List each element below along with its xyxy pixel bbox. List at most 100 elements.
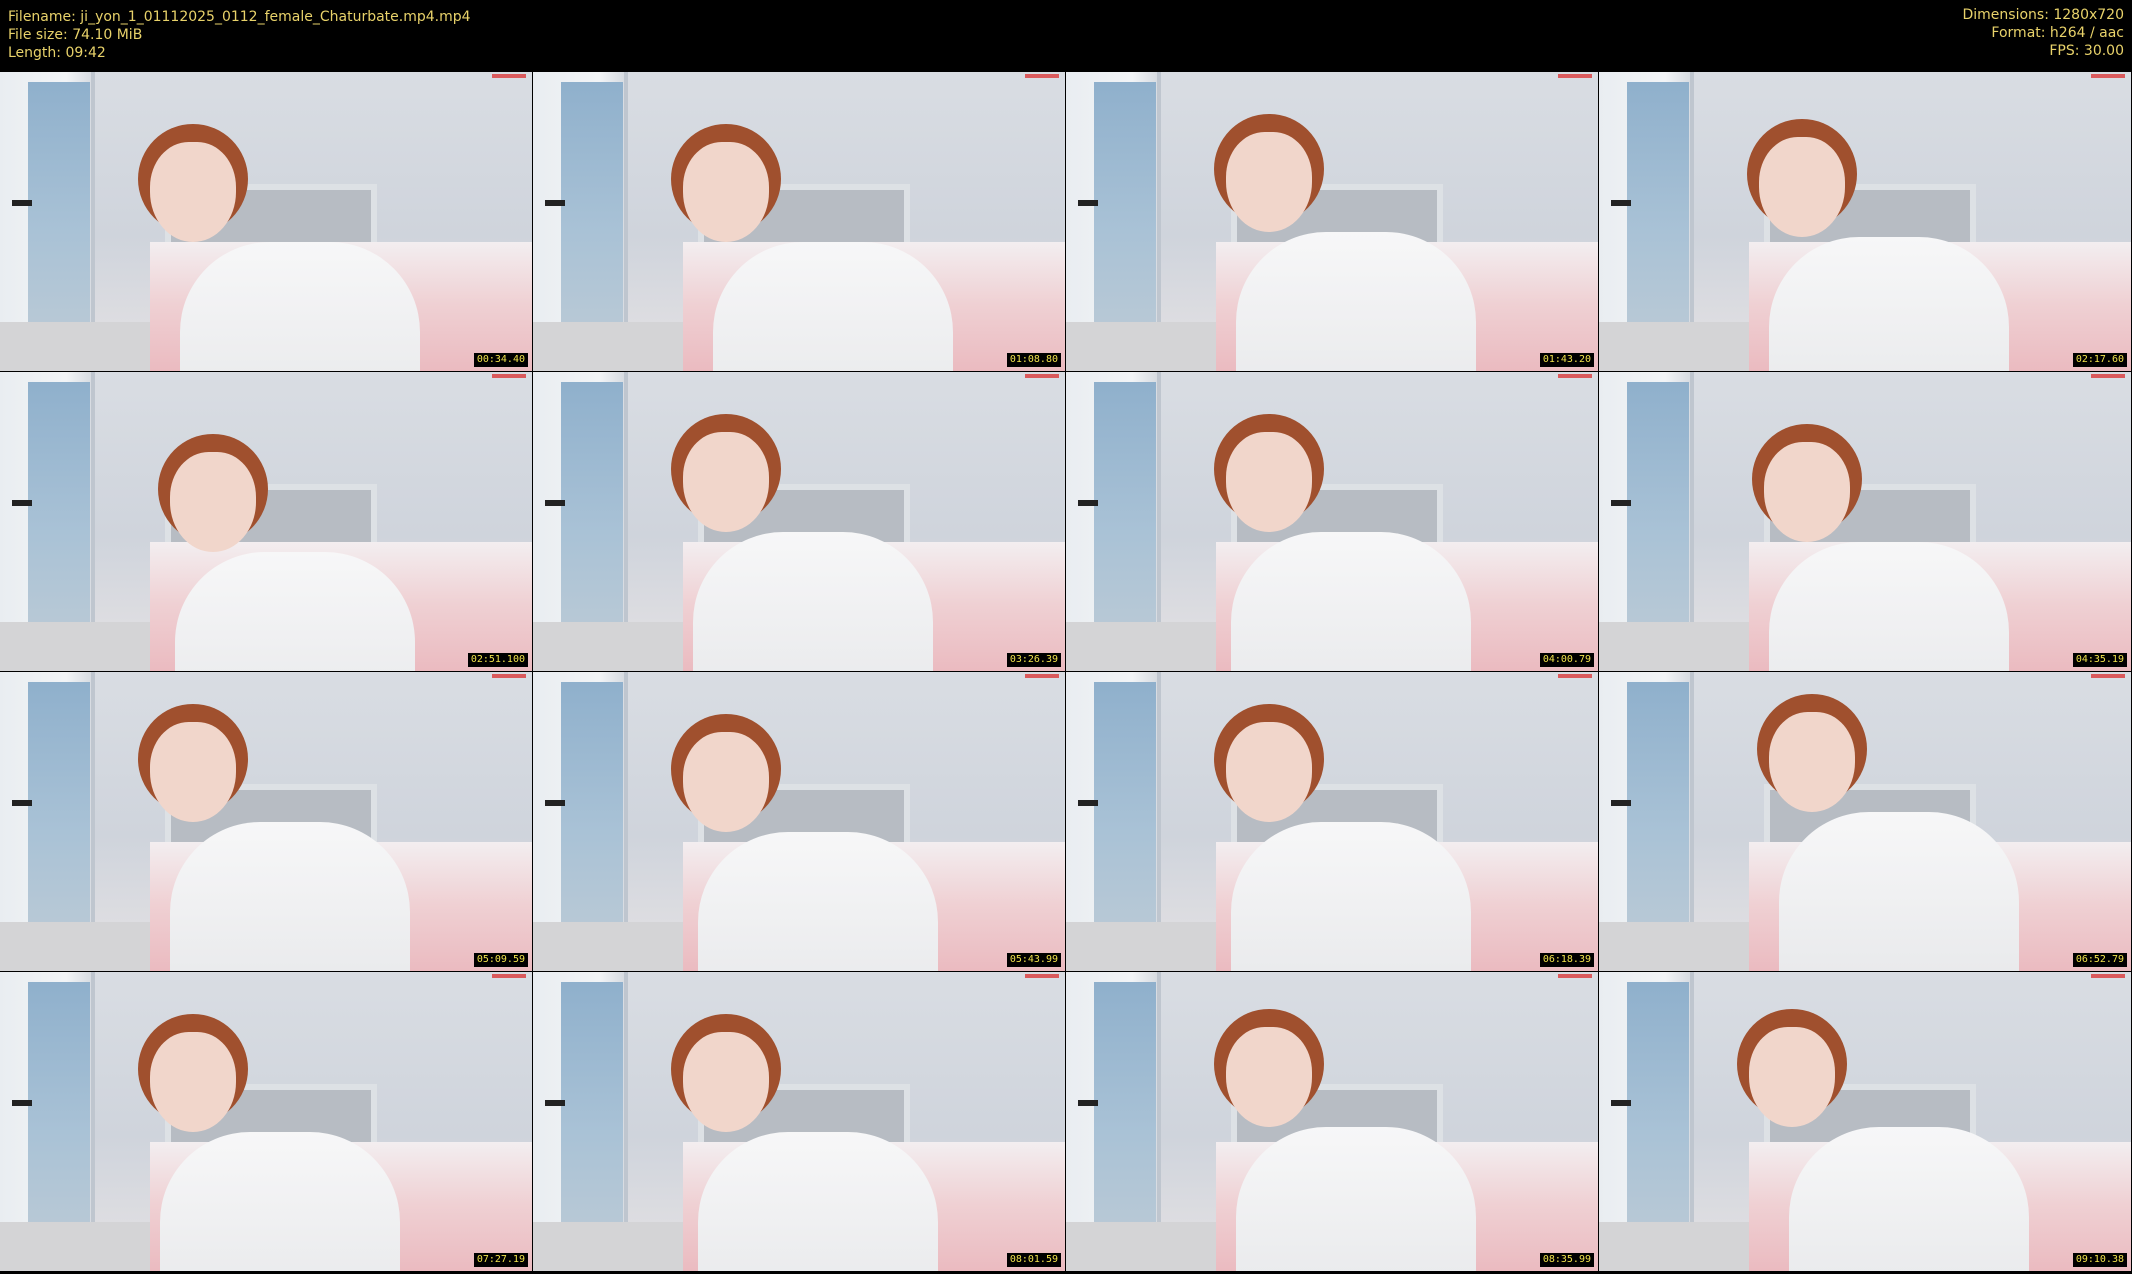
- doorway-graphic: [28, 382, 90, 632]
- door-handle-graphic: [1611, 500, 1631, 506]
- watermark-graphic: [492, 74, 526, 78]
- video-frame-thumbnail[interactable]: 05:09.59: [0, 672, 532, 971]
- timestamp-label: 00:34.40: [473, 353, 528, 367]
- timestamp-label: 05:43.99: [1006, 953, 1061, 967]
- doorway-graphic: [1627, 682, 1689, 932]
- hoodie-graphic: [160, 1132, 400, 1271]
- door-handle-graphic: [12, 200, 32, 206]
- watermark-graphic: [1025, 74, 1059, 78]
- watermark-graphic: [492, 974, 526, 978]
- video-frame-thumbnail[interactable]: 01:43.20: [1066, 72, 1598, 371]
- hoodie-graphic: [175, 552, 415, 671]
- door-handle-graphic: [1611, 1100, 1631, 1106]
- doorway-graphic: [28, 682, 90, 932]
- hoodie-graphic: [1231, 532, 1471, 671]
- video-frame-thumbnail[interactable]: 06:18.39: [1066, 672, 1598, 971]
- watermark-graphic: [2091, 374, 2125, 378]
- timestamp-label: 08:35.99: [1539, 1253, 1594, 1267]
- hoodie-graphic: [698, 1132, 938, 1271]
- doorway-graphic: [561, 82, 623, 332]
- length-label: Length: 09:42: [8, 45, 106, 61]
- face-graphic: [683, 142, 769, 242]
- video-frame-thumbnail[interactable]: 04:00.79: [1066, 372, 1598, 671]
- door-handle-graphic: [1078, 1100, 1098, 1106]
- door-handle-graphic: [545, 200, 565, 206]
- timestamp-label: 04:35.19: [2072, 653, 2127, 667]
- door-handle-graphic: [1611, 200, 1631, 206]
- fps-label: FPS: 30.00: [2049, 43, 2124, 59]
- timestamp-label: 08:01.59: [1006, 1253, 1061, 1267]
- video-frame-thumbnail[interactable]: 07:27.19: [0, 972, 532, 1271]
- door-handle-graphic: [545, 1100, 565, 1106]
- stream-info: Dimensions: 1280x720 Format: h264 / aac …: [1962, 6, 2124, 60]
- doorway-graphic: [1094, 982, 1156, 1232]
- video-frame-thumbnail[interactable]: 05:43.99: [533, 672, 1065, 971]
- hoodie-graphic: [1236, 1127, 1476, 1271]
- video-frame-thumbnail[interactable]: 01:08.80: [533, 72, 1065, 371]
- face-graphic: [150, 1032, 236, 1132]
- face-graphic: [150, 142, 236, 242]
- doorway-graphic: [561, 982, 623, 1232]
- hoodie-graphic: [1769, 237, 2009, 371]
- door-handle-graphic: [12, 1100, 32, 1106]
- video-frame-thumbnail[interactable]: 04:35.19: [1599, 372, 2131, 671]
- video-frame-thumbnail[interactable]: 02:17.60: [1599, 72, 2131, 371]
- watermark-graphic: [1558, 674, 1592, 678]
- video-frame-thumbnail[interactable]: 08:35.99: [1066, 972, 1598, 1271]
- timestamp-label: 05:09.59: [473, 953, 528, 967]
- hoodie-graphic: [1231, 822, 1471, 971]
- face-graphic: [1764, 442, 1850, 542]
- timestamp-label: 01:43.20: [1539, 353, 1594, 367]
- face-graphic: [683, 732, 769, 832]
- file-info: Filename: ji_yon_1_01112025_0112_female_…: [8, 8, 471, 62]
- hoodie-graphic: [170, 822, 410, 971]
- watermark-graphic: [2091, 674, 2125, 678]
- hoodie-graphic: [693, 532, 933, 671]
- hoodie-graphic: [1779, 812, 2019, 971]
- timestamp-label: 03:26.39: [1006, 653, 1061, 667]
- video-frame-thumbnail[interactable]: 02:51.100: [0, 372, 532, 671]
- hoodie-graphic: [1789, 1127, 2029, 1271]
- hoodie-graphic: [180, 242, 420, 371]
- doorway-graphic: [1627, 382, 1689, 632]
- timestamp-label: 01:08.80: [1006, 353, 1061, 367]
- watermark-graphic: [2091, 974, 2125, 978]
- video-frame-thumbnail[interactable]: 06:52.79: [1599, 672, 2131, 971]
- hoodie-graphic: [698, 832, 938, 971]
- face-graphic: [1226, 432, 1312, 532]
- timestamp-label: 06:52.79: [2072, 953, 2127, 967]
- face-graphic: [1226, 132, 1312, 232]
- video-frame-thumbnail[interactable]: 03:26.39: [533, 372, 1065, 671]
- face-graphic: [1226, 1027, 1312, 1127]
- timestamp-label: 06:18.39: [1539, 953, 1594, 967]
- door-handle-graphic: [1078, 200, 1098, 206]
- door-handle-graphic: [1078, 800, 1098, 806]
- contact-sheet-header: Filename: ji_yon_1_01112025_0112_female_…: [0, 0, 2132, 72]
- video-frame-thumbnail[interactable]: 08:01.59: [533, 972, 1065, 1271]
- door-handle-graphic: [1078, 500, 1098, 506]
- video-frame-thumbnail[interactable]: 00:34.40: [0, 72, 532, 371]
- dimensions-label: Dimensions: 1280x720: [1962, 7, 2124, 23]
- hoodie-graphic: [713, 242, 953, 371]
- doorway-graphic: [561, 682, 623, 932]
- filesize-label: File size: 74.10 MiB: [8, 27, 143, 43]
- format-label: Format: h264 / aac: [1991, 25, 2124, 41]
- doorway-graphic: [1094, 682, 1156, 932]
- door-handle-graphic: [1611, 800, 1631, 806]
- watermark-graphic: [1558, 374, 1592, 378]
- face-graphic: [683, 1032, 769, 1132]
- door-handle-graphic: [12, 800, 32, 806]
- door-handle-graphic: [545, 800, 565, 806]
- timestamp-label: 07:27.19: [473, 1253, 528, 1267]
- video-frame-thumbnail[interactable]: 09:10.38: [1599, 972, 2131, 1271]
- doorway-graphic: [561, 382, 623, 632]
- doorway-graphic: [1627, 982, 1689, 1232]
- hoodie-graphic: [1769, 542, 2009, 671]
- doorway-graphic: [28, 982, 90, 1232]
- thumbnail-grid: 00:34.40 01:08.80 01:43.20 02:17.60 02:51.10…: [0, 72, 2132, 1272]
- face-graphic: [1769, 712, 1855, 812]
- doorway-graphic: [1094, 82, 1156, 332]
- watermark-graphic: [1558, 974, 1592, 978]
- door-handle-graphic: [12, 500, 32, 506]
- watermark-graphic: [1558, 74, 1592, 78]
